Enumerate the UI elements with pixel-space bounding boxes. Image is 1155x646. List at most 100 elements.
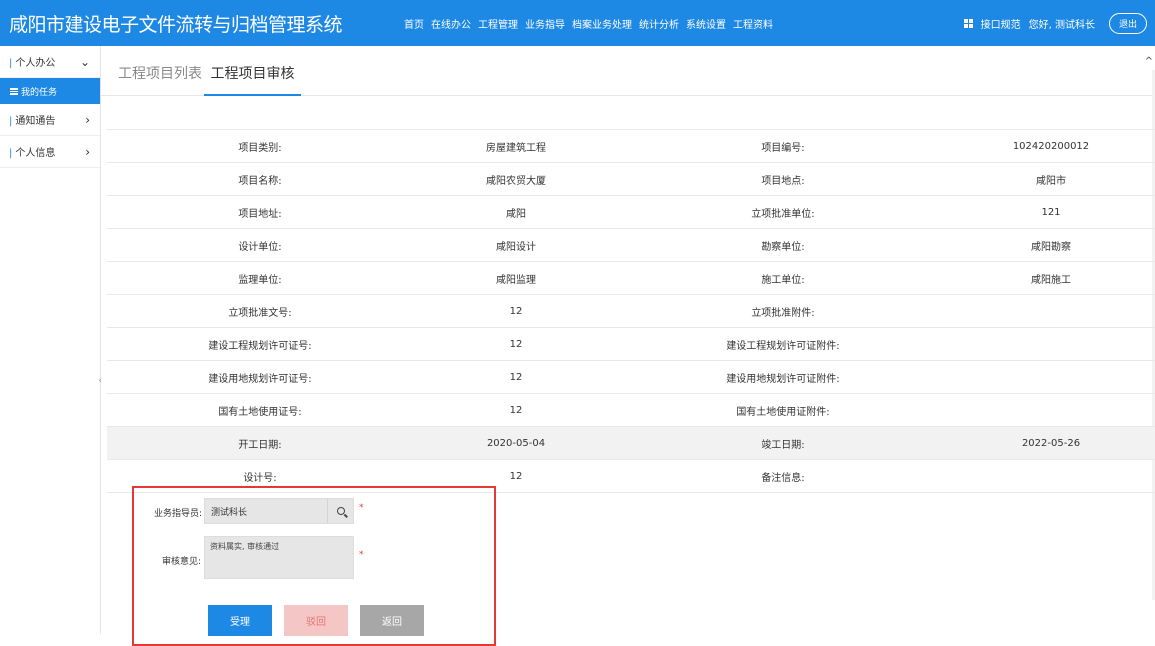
field-label: 项目编号: bbox=[619, 129, 947, 163]
list-icon bbox=[10, 87, 18, 95]
field-label: 设计单位: bbox=[107, 228, 413, 262]
field-value: 咸阳勘察 bbox=[947, 228, 1155, 262]
sidebar-group-personal-info[interactable]: | 个人信息 › bbox=[0, 136, 100, 168]
app-title: 咸阳市建设电子文件流转与归档管理系统 bbox=[9, 13, 343, 36]
field-label: 竣工日期: bbox=[619, 426, 947, 460]
back-button[interactable]: 返回 bbox=[360, 605, 424, 636]
sidebar-group-personal-office[interactable]: | 个人办公 ⌄ bbox=[0, 46, 100, 78]
indicator-bar: | bbox=[9, 116, 13, 127]
field-label: 项目地点: bbox=[619, 162, 947, 196]
scroll-up-icon[interactable]: ^ bbox=[1145, 56, 1153, 67]
table-row: 设计单位: 咸阳设计 勘察单位: 咸阳勘察 bbox=[107, 228, 1155, 262]
opinion-label: 审核意见: bbox=[162, 557, 202, 567]
attachment-cell[interactable] bbox=[947, 360, 1155, 394]
table-row: 建设用地规划许可证号: 12 建设用地规划许可证附件: bbox=[107, 360, 1155, 394]
required-mark: * bbox=[359, 503, 364, 513]
field-value: 12 bbox=[413, 294, 619, 328]
field-label: 建设用地规划许可证号: bbox=[107, 360, 413, 394]
field-label: 立项批准附件: bbox=[619, 294, 947, 328]
sidebar-group-notices[interactable]: | 通知通告 › bbox=[0, 104, 100, 136]
field-label: 勘察单位: bbox=[619, 228, 947, 262]
grid-icon bbox=[963, 18, 973, 28]
guide-label: 业务指导员: bbox=[154, 509, 203, 519]
main-nav: 首页 在线办公 工程管理 业务指导 档案业务处理 统计分析 系统设置 工程资料 bbox=[404, 16, 773, 31]
search-button[interactable] bbox=[327, 499, 353, 523]
top-right: 接口规范 您好, 测试科长 退出 bbox=[963, 0, 1147, 46]
guide-input[interactable]: 测试科长 bbox=[204, 498, 354, 524]
attachment-cell[interactable] bbox=[947, 327, 1155, 361]
project-info-table: 项目类别: 房屋建筑工程 项目编号: 102420200012 项目名称: 咸阳… bbox=[107, 129, 1155, 493]
chevron-down-icon: ⌄ bbox=[79, 54, 90, 69]
nav-online-office[interactable]: 在线办公 bbox=[431, 16, 471, 31]
field-value: 102420200012 bbox=[947, 129, 1155, 163]
opinion-textarea[interactable]: 资料属实, 审核通过 bbox=[204, 536, 354, 579]
interface-spec-link[interactable]: 接口规范 bbox=[981, 16, 1021, 31]
table-row: 项目类别: 房屋建筑工程 项目编号: 102420200012 bbox=[107, 129, 1155, 163]
nav-project-management[interactable]: 工程管理 bbox=[478, 16, 518, 31]
sidebar-item-label: 我的任务 bbox=[21, 87, 58, 98]
nav-archive-processing[interactable]: 档案业务处理 bbox=[572, 16, 632, 31]
search-icon bbox=[336, 507, 345, 515]
field-label: 国有土地使用证号: bbox=[107, 393, 413, 427]
field-label: 建设工程规划许可证附件: bbox=[619, 327, 947, 361]
field-label: 国有土地使用证附件: bbox=[619, 393, 947, 427]
nav-system-settings[interactable]: 系统设置 bbox=[686, 16, 726, 31]
attachment-cell[interactable] bbox=[947, 393, 1155, 427]
indicator-bar: | bbox=[9, 148, 13, 159]
tab-bar: 工程项目列表 工程项目审核 bbox=[101, 46, 1155, 96]
field-label: 建设用地规划许可证附件: bbox=[619, 360, 947, 394]
reject-button[interactable]: 驳回 bbox=[284, 605, 348, 636]
field-value: 咸阳施工 bbox=[947, 261, 1155, 295]
guide-value: 测试科长 bbox=[211, 507, 248, 518]
logout-button[interactable]: 退出 bbox=[1108, 12, 1147, 34]
nav-statistics[interactable]: 统计分析 bbox=[639, 16, 679, 31]
user-greeting: 您好, 测试科长 bbox=[1028, 19, 1095, 31]
sidebar-item-my-tasks[interactable]: 我的任务 bbox=[0, 78, 100, 104]
field-label: 立项批准单位: bbox=[619, 195, 947, 229]
top-bar: 咸阳市建设电子文件流转与归档管理系统 首页 在线办公 工程管理 业务指导 档案业… bbox=[0, 0, 1155, 46]
field-value: 咸阳农贸大厦 bbox=[413, 162, 619, 196]
field-value: 12 bbox=[413, 327, 619, 361]
field-value: 2020-05-04 bbox=[413, 426, 619, 460]
nav-business-guidance[interactable]: 业务指导 bbox=[525, 16, 565, 31]
chevron-right-icon: › bbox=[85, 112, 90, 127]
field-label: 监理单位: bbox=[107, 261, 413, 295]
attachment-cell[interactable] bbox=[947, 294, 1155, 328]
sidebar-group-label: 个人办公 bbox=[15, 58, 56, 69]
indicator-bar: | bbox=[9, 58, 13, 69]
table-row: 项目名称: 咸阳农贸大厦 项目地点: 咸阳市 bbox=[107, 162, 1155, 196]
field-label: 立项批准文号: bbox=[107, 294, 413, 328]
table-row: 国有土地使用证号: 12 国有土地使用证附件: bbox=[107, 393, 1155, 427]
field-value: 咸阳市 bbox=[947, 162, 1155, 196]
field-label: 备注信息: bbox=[619, 459, 947, 493]
table-row: 开工日期: 2020-05-04 竣工日期: 2022-05-26 bbox=[107, 426, 1155, 460]
table-row: 立项批准文号: 12 立项批准附件: bbox=[107, 294, 1155, 328]
nav-home[interactable]: 首页 bbox=[404, 16, 424, 31]
field-value: 咸阳监理 bbox=[413, 261, 619, 295]
review-form: 业务指导员: 测试科长 * 审核意见: 资料属实, 审核通过 * 受理 驳回 返… bbox=[132, 486, 496, 646]
sidebar-group-label: 通知通告 bbox=[15, 116, 56, 127]
sidebar-collapse-icon[interactable]: ‹ bbox=[98, 376, 102, 386]
field-value: 咸阳 bbox=[413, 195, 619, 229]
field-value: 2022-05-26 bbox=[947, 426, 1155, 460]
required-mark: * bbox=[359, 550, 364, 560]
field-label: 项目类别: bbox=[107, 129, 413, 163]
field-value: 12 bbox=[413, 360, 619, 394]
accept-button[interactable]: 受理 bbox=[208, 605, 272, 636]
field-label: 项目地址: bbox=[107, 195, 413, 229]
field-value: 房屋建筑工程 bbox=[413, 129, 619, 163]
tab-project-list[interactable]: 工程项目列表 bbox=[118, 46, 202, 96]
table-row: 监理单位: 咸阳监理 施工单位: 咸阳施工 bbox=[107, 261, 1155, 295]
sidebar-group-label: 个人信息 bbox=[15, 148, 56, 159]
field-value bbox=[947, 459, 1155, 493]
table-row: 项目地址: 咸阳 立项批准单位: 121 bbox=[107, 195, 1155, 229]
tab-project-review[interactable]: 工程项目审核 bbox=[204, 46, 301, 96]
chevron-right-icon: › bbox=[85, 144, 90, 159]
nav-project-materials[interactable]: 工程资料 bbox=[733, 16, 773, 31]
sidebar: | 个人办公 ⌄ 我的任务 | 通知通告 › | 个人信息 › ‹ bbox=[0, 46, 102, 634]
field-label: 项目名称: bbox=[107, 162, 413, 196]
table-row: 建设工程规划许可证号: 12 建设工程规划许可证附件: bbox=[107, 327, 1155, 361]
field-value: 121 bbox=[947, 195, 1155, 229]
field-label: 建设工程规划许可证号: bbox=[107, 327, 413, 361]
field-value: 咸阳设计 bbox=[413, 228, 619, 262]
